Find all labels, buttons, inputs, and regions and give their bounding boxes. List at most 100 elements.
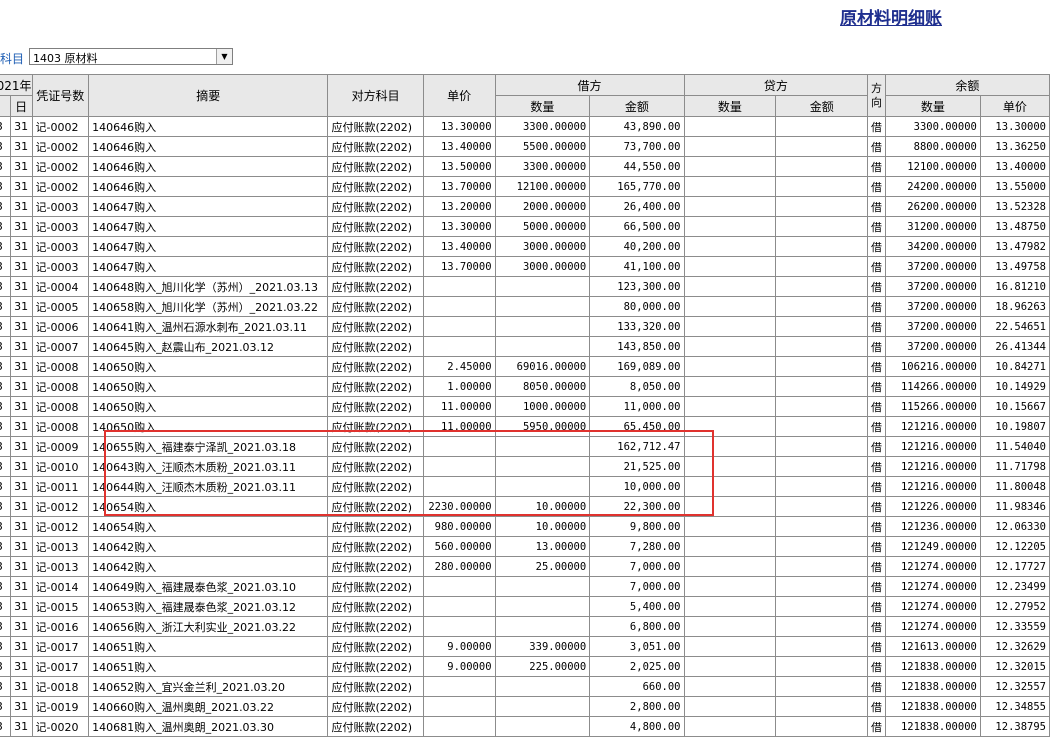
direction-cell: 借: [867, 496, 886, 517]
balance-qty-cell: 3300.00000: [884, 116, 981, 137]
table-row[interactable]: 331记-0002140646购入应付账款(2202)13.300003300.…: [0, 116, 1051, 137]
debit-qty-cell: 3300.00000: [494, 156, 591, 177]
table-row[interactable]: 331记-0002140646购入应付账款(2202)13.400005500.…: [0, 136, 1051, 157]
table-row[interactable]: 331记-0004140648购入_旭川化学（苏州）_2021.03.13应付账…: [0, 276, 1051, 297]
day-cell: 31: [9, 496, 33, 517]
unit-price-cell: 980.00000: [422, 516, 496, 537]
balance-qty-cell: 114266.00000: [884, 376, 981, 397]
debit-qty-cell: [494, 456, 591, 477]
voucher-cell: 记-0017: [31, 656, 90, 677]
day-cell: 31: [9, 716, 33, 737]
balance-unit-price-cell: 26.41344: [979, 336, 1051, 357]
unit-price-cell: [422, 436, 496, 457]
page-title: 原材料明细账: [840, 9, 942, 29]
voucher-cell: 记-0014: [31, 576, 90, 597]
counter-account-cell: 应付账款(2202): [327, 496, 424, 517]
table-row[interactable]: 331记-0003140647购入应付账款(2202)13.400003000.…: [0, 236, 1051, 257]
table-row[interactable]: 331记-0002140646购入应付账款(2202)13.7000012100…: [0, 176, 1051, 197]
table-row[interactable]: 331记-0013140642购入应付账款(2202)560.0000013.0…: [0, 536, 1051, 557]
debit-qty-cell: [494, 336, 591, 357]
credit-qty-cell: [683, 536, 777, 557]
unit-price-cell: 13.70000: [422, 176, 496, 197]
voucher-cell: 记-0008: [31, 396, 90, 417]
balance-qty-header: 数量: [884, 95, 981, 117]
balance-qty-cell: 121274.00000: [884, 556, 981, 577]
unit-price-cell: 13.70000: [422, 256, 496, 277]
voucher-cell: 记-0019: [31, 696, 90, 717]
table-row[interactable]: 331记-0002140646购入应付账款(2202)13.500003300.…: [0, 156, 1051, 177]
debit-amount-cell: 660.00: [589, 676, 685, 697]
day-cell: 31: [9, 476, 33, 497]
table-row[interactable]: 331记-0010140643购入_汪顺杰木质粉_2021.03.11应付账款(…: [0, 456, 1051, 477]
table-row[interactable]: 331记-0003140647购入应付账款(2202)13.700003000.…: [0, 256, 1051, 277]
table-row[interactable]: 331记-0016140656购入_浙江大利实业_2021.03.22应付账款(…: [0, 616, 1051, 637]
counter-account-cell: 应付账款(2202): [327, 596, 424, 617]
dropdown-arrow-icon[interactable]: ▼: [216, 49, 232, 64]
table-row[interactable]: 331记-0009140655购入_福建泰宁泽凯_2021.03.18应付账款(…: [0, 436, 1051, 457]
voucher-cell: 记-0017: [31, 636, 90, 657]
table-row[interactable]: 331记-0008140650购入应付账款(2202)11.000001000.…: [0, 396, 1051, 417]
table-row[interactable]: 331记-0013140642购入应付账款(2202)280.0000025.0…: [0, 556, 1051, 577]
debit-qty-cell: 2000.00000: [494, 196, 591, 217]
table-row[interactable]: 331记-0005140658购入_旭川化学（苏州）_2021.03.22应付账…: [0, 296, 1051, 317]
balance-unit-price-cell: 13.55000: [979, 176, 1051, 197]
summary-cell: 140654购入: [88, 496, 329, 517]
ledger-body: 331记-0002140646购入应付账款(2202)13.300003300.…: [0, 116, 1051, 737]
month-cell: 3: [0, 456, 11, 477]
table-row[interactable]: 331记-0012140654购入应付账款(2202)2230.0000010.…: [0, 496, 1051, 517]
table-row[interactable]: 331记-0003140647购入应付账款(2202)13.200002000.…: [0, 196, 1051, 217]
table-row[interactable]: 331记-0019140660购入_温州奥朗_2021.03.22应付账款(22…: [0, 696, 1051, 717]
credit-qty-cell: [683, 676, 777, 697]
summary-cell: 140650购入: [88, 416, 329, 437]
credit-amount-cell: [775, 276, 869, 297]
unit-price-cell: 13.20000: [422, 196, 496, 217]
credit-header: 贷方: [683, 74, 869, 96]
debit-qty-cell: [494, 436, 591, 457]
balance-qty-cell: 37200.00000: [884, 296, 981, 317]
debit-qty-cell: 25.00000: [494, 556, 591, 577]
voucher-cell: 记-0018: [31, 676, 90, 697]
debit-qty-cell: 1000.00000: [494, 396, 591, 417]
unit-price-cell: 1.00000: [422, 376, 496, 397]
balance-qty-cell: 121838.00000: [884, 656, 981, 677]
balance-qty-cell: 31200.00000: [884, 216, 981, 237]
subject-dropdown[interactable]: 1403 原材料 ▼: [29, 48, 233, 65]
credit-qty-cell: [683, 176, 777, 197]
balance-qty-cell: 37200.00000: [884, 316, 981, 337]
month-cell: 3: [0, 696, 11, 717]
table-row[interactable]: 331记-0007140645购入_赵震山布_2021.03.12应付账款(22…: [0, 336, 1051, 357]
table-row[interactable]: 331记-0020140681购入_温州奥朗_2021.03.30应付账款(22…: [0, 716, 1051, 737]
table-row[interactable]: 331记-0006140641购入_温州石源水刺布_2021.03.11应付账款…: [0, 316, 1051, 337]
summary-cell: 140646购入: [88, 116, 329, 137]
table-row[interactable]: 331记-0011140644购入_汪顺杰木质粉_2021.03.11应付账款(…: [0, 476, 1051, 497]
table-row[interactable]: 331记-0014140649购入_福建晟泰色浆_2021.03.10应付账款(…: [0, 576, 1051, 597]
counter-account-header: 对方科目: [327, 74, 424, 117]
unit-price-cell: 2230.00000: [422, 496, 496, 517]
debit-qty-cell: 5500.00000: [494, 136, 591, 157]
table-row[interactable]: 331记-0008140650购入应付账款(2202)11.000005950.…: [0, 416, 1051, 437]
table-row[interactable]: 331记-0017140651购入应付账款(2202)9.00000225.00…: [0, 656, 1051, 677]
direction-cell: 借: [867, 396, 886, 417]
month-cell: 3: [0, 196, 11, 217]
table-row[interactable]: 331记-0003140647购入应付账款(2202)13.300005000.…: [0, 216, 1051, 237]
month-cell: 3: [0, 516, 11, 537]
direction-cell: 借: [867, 596, 886, 617]
table-row[interactable]: 331记-0018140652购入_宜兴金兰利_2021.03.20应付账款(2…: [0, 676, 1051, 697]
balance-unit-price-cell: 12.06330: [979, 516, 1051, 537]
table-row[interactable]: 331记-0012140654购入应付账款(2202)980.0000010.0…: [0, 516, 1051, 537]
summary-cell: 140656购入_浙江大利实业_2021.03.22: [88, 616, 329, 637]
table-row[interactable]: 331记-0017140651购入应付账款(2202)9.00000339.00…: [0, 636, 1051, 657]
direction-cell: 借: [867, 116, 886, 137]
day-cell: 31: [9, 536, 33, 557]
table-row[interactable]: 331记-0015140653购入_福建晟泰色浆_2021.03.12应付账款(…: [0, 596, 1051, 617]
counter-account-cell: 应付账款(2202): [327, 676, 424, 697]
balance-qty-cell: 26200.00000: [884, 196, 981, 217]
month-cell: 3: [0, 316, 11, 337]
day-cell: 31: [9, 576, 33, 597]
table-row[interactable]: 331记-0008140650购入应付账款(2202)2.4500069016.…: [0, 356, 1051, 377]
table-row[interactable]: 331记-0008140650购入应付账款(2202)1.000008050.0…: [0, 376, 1051, 397]
debit-amount-cell: 10,000.00: [589, 476, 685, 497]
debit-qty-cell: 12100.00000: [494, 176, 591, 197]
month-cell: 3: [0, 296, 11, 317]
counter-account-cell: 应付账款(2202): [327, 116, 424, 137]
